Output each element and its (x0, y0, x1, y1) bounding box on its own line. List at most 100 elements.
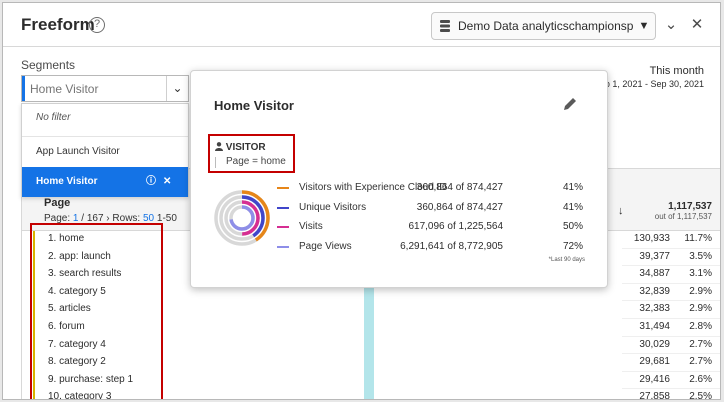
page-cell: 7. category 4 (48, 338, 106, 350)
column-total: 1,117,537 out of 1,117,537 (655, 201, 712, 221)
table-row[interactable]: 10. category 3 27,858 2.5% (22, 389, 720, 400)
percent-cell: 3.1% (689, 268, 712, 280)
chevron-down-icon[interactable]: ⌄ (166, 76, 188, 101)
percent-cell: 2.6% (689, 373, 712, 385)
dropdown-item-home-visitor[interactable]: Home Visitor ⓘ ✕ (22, 167, 188, 197)
page-cell: 8. category 2 (48, 356, 106, 368)
report-suite-name: Demo Data analyticschampionspro... (458, 19, 633, 33)
metric-swatch (277, 226, 289, 228)
value-cell: 34,887 (639, 268, 670, 280)
panel-header: Freeform ? Demo Data analyticschampionsp… (3, 3, 720, 47)
metric-name: Unique Visitors (299, 201, 367, 213)
dropdown-item-app-launch-visitor[interactable]: App Launch Visitor (22, 136, 188, 166)
table-row[interactable]: 5. articles 32,383 2.9% (22, 301, 720, 319)
metric-percent: 41% (562, 182, 583, 193)
percent-cell: 11.7% (684, 233, 712, 244)
dropdown-item-no-filter[interactable]: No filter (22, 104, 188, 132)
page-cell: 9. purchase: step 1 (48, 373, 134, 385)
percent-cell: 2.5% (689, 391, 712, 400)
value-cell: 29,681 (639, 356, 670, 368)
rule-indent (215, 157, 216, 168)
page-cell: 4. category 5 (48, 285, 106, 297)
database-icon (440, 20, 450, 32)
workspace-panel: Freeform ? Demo Data analyticschampionsp… (2, 2, 721, 400)
percent-cell: 2.8% (689, 321, 712, 332)
value-cell: 130,933 (633, 233, 670, 244)
collapse-chevron-icon[interactable]: ⌄ (661, 15, 681, 35)
info-icon[interactable]: ⓘ (146, 167, 156, 197)
close-icon[interactable]: ✕ (687, 15, 707, 35)
percent-cell: 2.9% (689, 285, 712, 297)
person-icon (215, 142, 223, 151)
edit-pencil-icon[interactable] (561, 95, 579, 113)
page-number[interactable]: 1 (73, 213, 79, 224)
value-cell: 32,383 (639, 303, 670, 315)
date-range-text: Sep 1, 2021 - Sep 30, 2021 (593, 79, 704, 89)
segment-preview-popover: Home Visitor VISITOR Page = home Visitor… (190, 70, 608, 288)
value-cell: 30,029 (639, 338, 670, 350)
date-preset: This month (649, 65, 704, 77)
percent-cell: 2.9% (689, 303, 712, 315)
metric-row: Visits 617,096 of 1,225,564 50% (275, 220, 585, 238)
chevron-down-icon: ▼ (638, 20, 650, 32)
value-cell: 29,416 (639, 373, 670, 385)
metric-percent: 72% (562, 240, 583, 252)
metric-swatch (277, 187, 289, 189)
table-row[interactable]: 8. category 2 29,681 2.7% (22, 354, 720, 372)
page-cell: 1. home (48, 233, 85, 244)
metric-value: 360,864 of 874,427 (416, 182, 503, 193)
metric-row: Unique Visitors 360,864 of 874,427 41% (275, 201, 585, 219)
container-type: VISITOR (225, 142, 266, 153)
value-cell: 31,494 (639, 321, 670, 332)
segment-dropdown-menu: No filter App Launch Visitor Home Visito… (21, 103, 189, 197)
metric-swatch (277, 245, 289, 248)
sort-arrow-icon[interactable]: ↓ (618, 205, 624, 217)
total-subtext: out of 1,117,537 (654, 212, 712, 221)
dropdown-item-label: Home Visitor (36, 176, 98, 187)
date-range[interactable]: This month Sep 1, 2021 - Sep 30, 2021 (594, 65, 704, 89)
value-cell: 27,858 (639, 391, 670, 400)
metric-value: 360,864 of 874,427 (416, 201, 503, 213)
segments-label: Segments (21, 58, 76, 72)
report-suite-selector[interactable]: Demo Data analyticschampionspro... ▼ (431, 12, 656, 40)
rows-selector[interactable]: 50 (143, 213, 154, 224)
metric-percent: 50% (562, 221, 583, 232)
focus-accent (22, 76, 25, 101)
metric-value: 6,291,641 of 8,772,905 (400, 240, 503, 252)
segment-donut-chart (214, 190, 270, 246)
table-row[interactable]: 7. category 4 30,029 2.7% (22, 336, 720, 355)
container-header: VISITOR (215, 142, 266, 153)
segment-dropdown[interactable]: ⌄ (21, 75, 189, 102)
percent-cell: 2.7% (689, 356, 712, 368)
metric-row: Visitors with Experience Cloud ID 360,86… (275, 181, 585, 199)
metric-name: Visits (299, 221, 323, 232)
pagination: Page: 1 / 167 › Rows: 50 1-50 (44, 213, 177, 224)
rule-text: Page = home (226, 156, 286, 167)
segment-search-input[interactable] (30, 80, 160, 98)
value-cell: 39,377 (639, 250, 670, 262)
metric-name: Page Views (299, 240, 352, 252)
next-page-icon[interactable]: › (106, 213, 109, 224)
help-icon[interactable]: ? (89, 17, 105, 33)
total-value: 1,117,537 (668, 201, 712, 212)
page-cell: 3. search results (48, 268, 122, 280)
page-cell: 2. app: launch (48, 250, 111, 262)
metric-value: 617,096 of 1,225,564 (408, 221, 503, 232)
footnote: *Last 90 days (548, 257, 585, 263)
value-cell: 32,839 (639, 285, 670, 297)
metric-swatch (277, 206, 289, 209)
popover-title: Home Visitor (214, 98, 294, 113)
dimension-header[interactable]: Page (44, 197, 70, 209)
page-cell: 6. forum (48, 321, 85, 332)
metric-row: Page Views 6,291,641 of 8,772,905 72% (275, 240, 585, 258)
page-cell: 5. articles (48, 303, 91, 315)
close-icon[interactable]: ✕ (163, 167, 171, 197)
table-row[interactable]: 9. purchase: step 1 29,416 2.6% (22, 371, 720, 390)
percent-cell: 2.7% (689, 338, 712, 350)
highlight-box (208, 134, 295, 173)
panel-title: Freeform (21, 15, 95, 34)
table-row[interactable]: 6. forum 31,494 2.8% (22, 319, 720, 337)
page-cell: 10. category 3 (48, 391, 112, 400)
percent-cell: 3.5% (689, 250, 712, 262)
metric-percent: 41% (562, 201, 583, 213)
